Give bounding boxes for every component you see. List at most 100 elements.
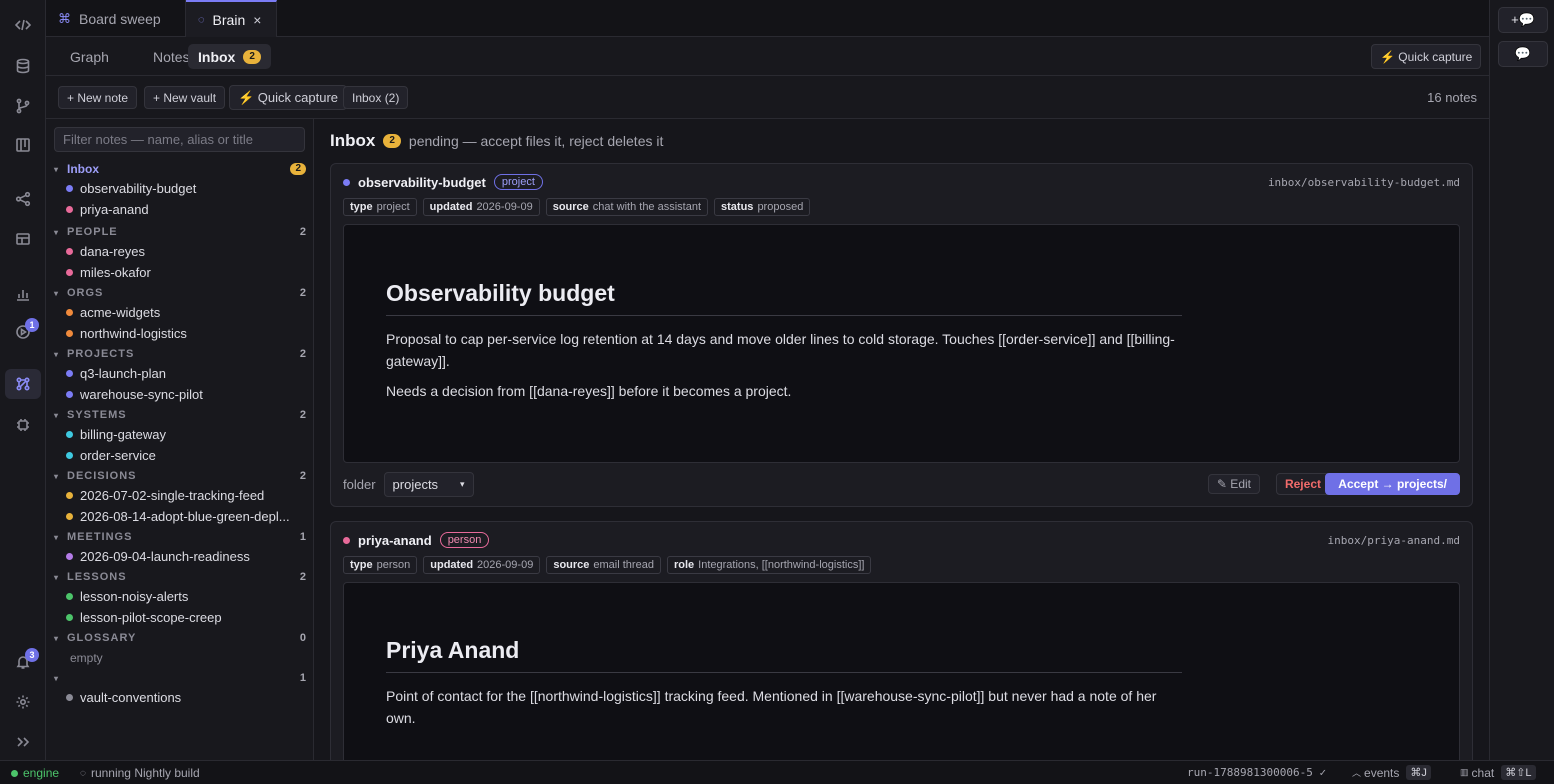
events-button[interactable]: ︿ events ⌘J [1352,765,1431,780]
close-icon[interactable]: × [253,12,261,28]
group-count: 2 [299,226,306,238]
note-name: order-service [80,448,156,463]
tab-label: Inbox [198,48,236,65]
tab-graph[interactable]: Graph [60,44,119,69]
settings-gear-icon[interactable] [13,692,33,712]
engine-status[interactable]: engine [11,766,59,780]
empty-group-label: empty [70,650,103,665]
sidebar-note-item[interactable]: priya-anand [66,199,306,220]
sidebar-note-item[interactable]: lesson-pilot-scope-creep [66,607,306,628]
group-label: PROJECTS [67,348,135,360]
note-paragraph: Proposal to cap per-service log retentio… [386,331,1175,369]
group-label: GLOSSARY [67,632,137,644]
note-type-dot [66,431,73,438]
notes-sidebar: ▾ Inbox 2 observability-budget priya-anand ▾ P… [46,119,314,760]
card-header: priya-anand person [343,532,490,548]
group-count: 2 [299,409,306,421]
sidebar-note-item[interactable]: acme-widgets [66,302,306,323]
quick-capture-button[interactable]: ⚡ Quick capture [1371,44,1482,69]
chevron-up-icon: ︿ [1352,768,1362,778]
sidebar-group[interactable]: ▾ SYSTEMS 2 [54,405,306,425]
bar-chart-icon[interactable] [13,284,33,304]
chevron-down-icon: ▾ [54,532,60,542]
chevron-down-icon: ▾ [54,288,60,298]
group-count: 2 [299,470,306,482]
chat-toggle-button[interactable]: ▥ chat ⌘⇧L [1460,765,1536,780]
page-title: Inbox [330,131,376,150]
note-type-dot [66,248,73,255]
sidebar-note-item[interactable]: 2026-07-02-single-tracking-feed [66,485,306,506]
database-icon[interactable] [13,56,33,76]
group-label: DECISIONS [67,470,137,482]
new-note-button[interactable]: + New note [58,86,138,109]
group-label: ORGS [67,287,104,299]
group-label: LESSONS [67,571,127,583]
sidebar-group[interactable]: ▾ 1 [54,668,306,688]
table-icon[interactable] [13,229,33,249]
bell-icon[interactable]: 3 [13,648,39,672]
notifications-badge: 3 [25,648,39,662]
sidebar-note-item[interactable]: vault-conventions [66,687,306,708]
edit-button[interactable]: ✎ Edit [1207,474,1260,494]
tab-label: Board sweep [79,10,161,27]
sidebar-note-item[interactable]: miles-okafor [66,262,306,283]
inbox-filter-button[interactable]: Inbox (2) [343,86,409,109]
sidebar-group[interactable]: ▾ LESSONS 2 [54,567,306,587]
chevron-down-icon: ▾ [54,673,60,683]
sidebar-group[interactable]: ▾ MEETINGS 1 [54,527,306,547]
reject-button[interactable]: Reject [1275,473,1330,495]
filter-notes-input[interactable] [54,127,305,152]
chat-bubble-icon: 💬 [1514,46,1532,61]
note-name: dana-reyes [80,244,146,259]
sidebar-group[interactable]: ▾ PROJECTS 2 [54,344,306,364]
sidebar-group[interactable]: ▾ ORGS 2 [54,283,306,303]
accept-button[interactable]: Accept → projects/ [1325,473,1460,495]
sidebar-note-item[interactable]: lesson-noisy-alerts [66,586,306,607]
folder-select[interactable]: projects ▾ [383,472,474,497]
sidebar-group[interactable]: ▾ Inbox 2 [54,159,306,179]
sidebar-note-item[interactable]: billing-gateway [66,424,306,445]
inbox-card: observability-budget project inbox/obser… [330,163,1473,507]
running-job[interactable]: ◌ running Nightly build [80,766,200,780]
brain-subnav: Graph Notes Inbox 2 ⚡ Quick capture [46,37,1489,76]
kanban-icon[interactable] [13,135,33,155]
code-icon[interactable] [13,15,33,35]
note-heading: Observability budget [386,280,1182,316]
new-vault-button[interactable]: + New vault [144,86,226,109]
chat-button[interactable]: 💬 [1498,41,1548,67]
note-preview: Observability budget Proposal to cap per… [343,224,1460,463]
git-branch-icon[interactable] [13,96,33,116]
sidebar-note-item[interactable]: q3-launch-plan [66,363,306,384]
share-nodes-icon[interactable] [13,189,33,209]
sidebar-note-item[interactable]: 2026-08-14-adopt-blue-green-depl... [66,506,306,527]
command-icon: ⌘ [58,10,71,26]
tab-brain[interactable]: ◌ Brain × [186,0,277,37]
note-paragraph: Point of contact for the [[northwind-log… [386,688,1157,726]
note-type-dot [66,452,73,459]
tab-inbox[interactable]: Inbox 2 [188,44,271,69]
cpu-icon[interactable] [13,415,33,435]
quick-capture-toolbar-button[interactable]: ⚡ Quick capture [229,85,348,110]
sidebar-note-item[interactable]: northwind-logistics [66,323,306,344]
expand-chevrons-icon[interactable] [13,732,33,752]
sidebar-note-item[interactable]: warehouse-sync-pilot [66,384,306,405]
sidebar-note-item[interactable]: dana-reyes [66,241,306,262]
note-name: 2026-07-02-single-tracking-feed [80,488,265,503]
brain-nav-icon[interactable] [5,369,41,399]
run-id[interactable]: run-1788981300006-5 ✓ [1187,766,1326,779]
note-type-dot [66,492,73,499]
sidebar-group[interactable]: ▾ DECISIONS 2 [54,466,306,486]
runs-icon[interactable]: 1 [13,318,39,342]
sidebar-group[interactable]: ▾ PEOPLE 2 [54,222,306,242]
inbox-pending-badge: 2 [383,134,401,148]
tab-board-sweep[interactable]: ⌘ Board sweep [46,0,186,37]
sidebar-note-item[interactable]: 2026-09-04-launch-readiness [66,546,306,567]
sidebar-note-item[interactable]: order-service [66,445,306,466]
events-shortcut: ⌘J [1406,765,1431,780]
type-dot [343,178,350,186]
runs-badge: 1 [25,318,39,332]
sidebar-note-item[interactable]: observability-budget [66,178,306,199]
new-chat-button[interactable]: +💬 [1498,7,1548,33]
sidebar-group[interactable]: ▾ GLOSSARY 0 [54,628,306,648]
right-panel: +💬 💬 [1489,0,1554,760]
